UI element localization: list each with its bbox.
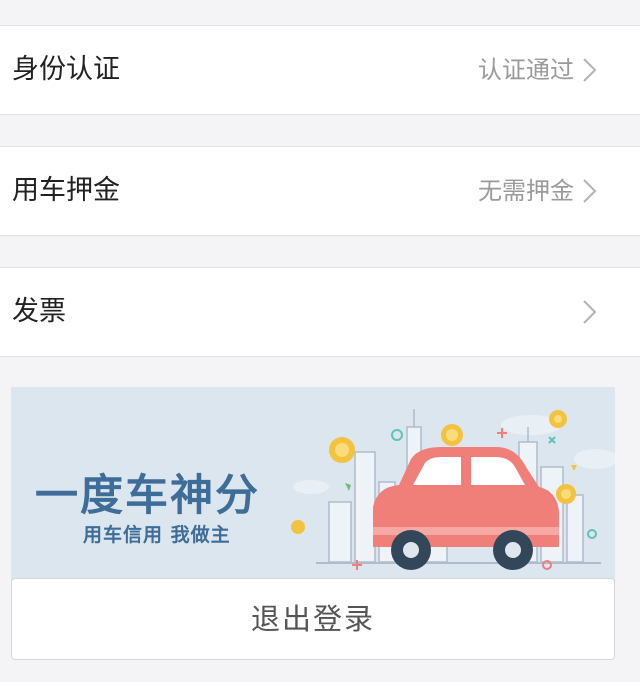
invoice-row[interactable]: 发票	[0, 267, 640, 357]
banner-subtitle: 用车信用 我做主	[83, 524, 231, 546]
car-deposit-row[interactable]: 用车押金 无需押金	[0, 146, 640, 236]
banner-title: 一度车神分	[35, 471, 260, 521]
identity-verification-row[interactable]: 身份认证 认证通过	[0, 25, 640, 115]
chevron-right-icon	[583, 58, 597, 82]
identity-verification-status: 认证通过	[478, 56, 574, 84]
identity-verification-label: 身份认证	[12, 54, 120, 85]
invoice-label: 发票	[12, 296, 66, 327]
chevron-right-icon	[583, 179, 597, 203]
logout-button[interactable]: 退出登录	[11, 578, 615, 660]
car-deposit-status: 无需押金	[478, 177, 574, 205]
chevron-right-icon	[583, 300, 597, 324]
credit-score-banner[interactable]: 一度车神分 用车信用 我做主	[11, 387, 615, 587]
car-deposit-label: 用车押金	[12, 175, 120, 206]
account-settings-page: 身份认证 认证通过 用车押金 无需押金 发票 一度车神分 用车信用 我做主 退出…	[0, 0, 640, 682]
